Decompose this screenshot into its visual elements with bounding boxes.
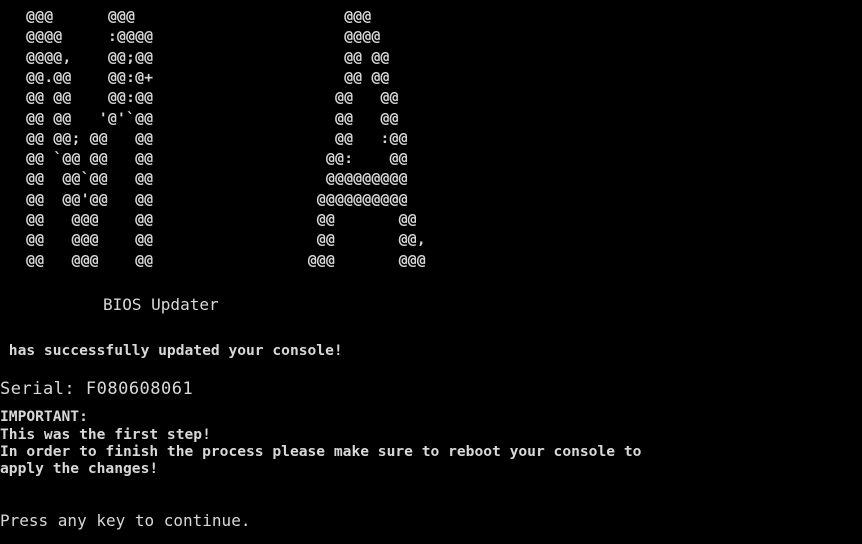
ascii-logo-line: @@ @@@ @@ @@ @@: [8, 211, 417, 228]
ascii-logo-line: @@ @@`@@ @@ @@@@@@@@@: [8, 170, 408, 188]
important-label: IMPORTANT:: [0, 408, 88, 425]
ascii-logo-line: @@ @@'@@ @@ @@@@@@@@@@: [8, 190, 408, 208]
ascii-logo-line: @@@ @@@ @@@: [8, 8, 372, 25]
console-screen: @@@ @@@ @@@ @@@@ :@@@@ @@@@ @@@@, @@;@@ …: [0, 0, 862, 544]
ascii-logo-line: @@ `@@ @@ @@ @@: @@: [8, 150, 408, 168]
first-step-message: This was the first step!: [0, 426, 211, 443]
ascii-logo-line: @@.@@ @@:@+ @@ @@: [8, 68, 390, 86]
updater-title: BIOS Updater: [103, 295, 219, 314]
ascii-logo-line: @@ @@ @@:@@ @@ @@: [8, 89, 399, 107]
success-message: has successfully updated your console!: [0, 342, 343, 359]
ascii-logo-line: @@ @@@ @@ @@@ @@@: [8, 251, 426, 269]
ascii-logo-line: @@ @@ '@'`@@ @@ @@: [8, 109, 399, 127]
serial-number: Serial: F080608061: [0, 379, 194, 399]
ascii-logo-line: @@@@, @@;@@ @@ @@: [8, 48, 390, 66]
ascii-logo-line: @@@@ :@@@@ @@@@: [8, 28, 381, 46]
reboot-instruction-line-2: apply the changes!: [0, 460, 159, 477]
ascii-logo-line: @@ @@@ @@ @@ @@,: [8, 231, 426, 249]
ascii-logo-line: @@ @@; @@ @@ @@ :@@: [8, 129, 408, 147]
reboot-instruction-line-1: In order to finish the process please ma…: [0, 443, 642, 460]
press-any-key-prompt: Press any key to continue.: [0, 511, 251, 530]
